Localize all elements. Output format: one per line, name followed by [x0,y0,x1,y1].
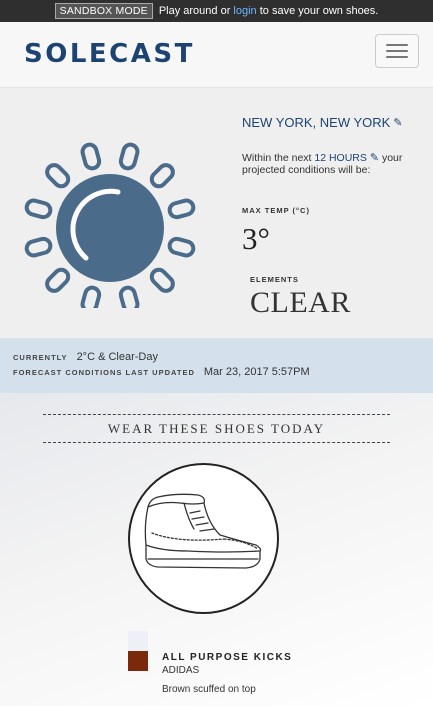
sun-ray [118,285,140,308]
sun-ray [149,267,175,293]
hamburger-menu-icon [386,44,408,46]
sandbox-message-prefix: Play around or [158,5,231,17]
sandbox-banner: SANDBOX MODE Play around or login to sav… [0,0,433,22]
high-top-sneaker-icon [144,493,262,569]
currently-label: CURRENTLY [13,353,68,362]
sun-ray [45,267,71,293]
menu-toggle-button[interactable] [375,34,419,68]
weather-panel: NEW YORK, NEW YORK ✎ Within the next 12 … [0,88,433,338]
sun-icon [24,142,196,308]
sandbox-message: Play around or login to save your own sh… [159,5,379,17]
sun-ray [80,142,102,171]
shoe-brand: ADIDAS [162,665,200,676]
sun-ray [149,163,175,189]
last-updated-value: Mar 23, 2017 5:57PM [203,366,310,378]
forecast-window-text: Within the next 12 HOURS ✎ your projecte… [242,152,412,176]
pencil-edit-icon[interactable]: ✎ [393,116,402,129]
within-prefix: Within the next [242,152,312,164]
shoe-note: Brown scuffed on top [162,684,256,695]
shoe-recommendation-section: WEAR THESE SHOES TODAY ALL PURPOSE KICKS [0,393,433,706]
sun-ray [24,198,53,220]
location-text: NEW YORK, NEW YORK [242,115,391,130]
sun-ray [118,142,140,171]
currently-row: CURRENTLY 2°C & Clear-Day [13,351,158,363]
shoes-heading: WEAR THESE SHOES TODAY [43,414,390,443]
max-temp-label: MAX TEMP (°C) [242,206,310,215]
color-swatch-1 [128,631,148,651]
sun-ray [45,163,71,189]
location-link[interactable]: NEW YORK, NEW YORK ✎ [242,115,403,130]
current-conditions-band: CURRENTLY 2°C & Clear-Day FORECAST CONDI… [0,338,433,393]
sandbox-mode-badge: SANDBOX MODE [54,3,153,19]
sun-ray [167,236,196,258]
hours-link[interactable]: 12 HOURS [314,152,367,164]
sandbox-message-suffix: to save your own shoes. [259,5,379,17]
pencil-edit-icon[interactable]: ✎ [370,152,379,164]
elements-value: CLEAR [250,286,351,319]
hamburger-menu-icon-bar [386,50,408,52]
shoe-image-circle[interactable] [128,463,279,614]
currently-value: 2°C & Clear-Day [76,351,158,363]
hamburger-menu-icon-bar [386,56,408,58]
solecast-logo[interactable]: SOLECAST [24,39,195,69]
sun-ray [80,285,102,308]
color-swatch-2 [128,651,148,671]
login-link[interactable]: login [233,5,256,17]
sun-ray [167,198,196,220]
site-header: SOLECAST [0,22,433,88]
max-temp-value: 3° [242,221,270,256]
elements-label: ELEMENTS [250,275,299,284]
sun-ray [24,236,53,258]
last-updated-row: FORECAST CONDITIONS LAST UPDATED Mar 23,… [13,366,310,378]
shoe-name[interactable]: ALL PURPOSE KICKS [162,652,292,663]
last-updated-label: FORECAST CONDITIONS LAST UPDATED [13,368,195,377]
